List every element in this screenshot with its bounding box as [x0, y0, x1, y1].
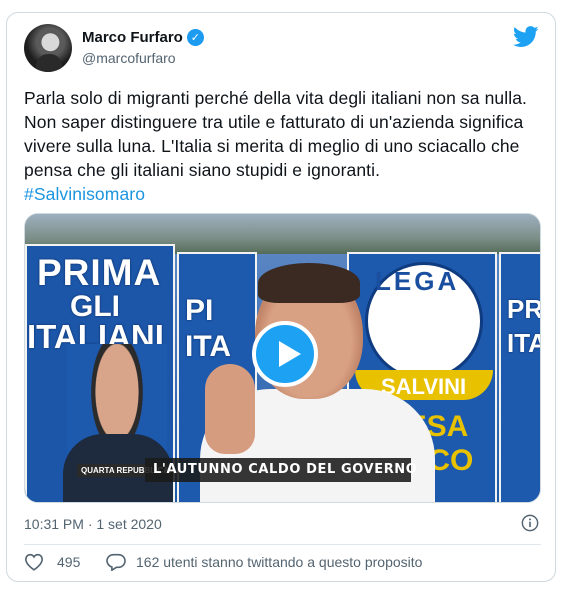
lower-third-caption: L'AUTUNNO CALDO DEL GOVERNO: [153, 462, 418, 477]
author-handle[interactable]: @marcofurfaro: [82, 50, 176, 66]
tweet-header: Marco Furfaro ✓ @marcofurfaro: [24, 24, 539, 74]
twitter-bird-icon[interactable]: [513, 26, 539, 48]
author-name-row[interactable]: Marco Furfaro ✓: [82, 29, 204, 46]
like-button[interactable]: 495: [24, 553, 80, 571]
speaker-hand: [205, 364, 255, 454]
hashtag-link[interactable]: #Salvinisomaro: [24, 182, 544, 206]
info-icon[interactable]: [521, 514, 539, 532]
play-button-icon[interactable]: [252, 321, 318, 387]
author-display-name[interactable]: Marco Furfaro: [82, 29, 183, 46]
video-media[interactable]: PRIMA GLI ITALIANI QUARTA REPUBBLICA PI …: [24, 213, 541, 503]
heart-icon: [24, 553, 44, 571]
tweet-actions: 495 162 utenti stanno twittando a questo…: [24, 553, 541, 575]
poster-text: ITA: [507, 328, 540, 358]
tweet-text: Parla solo di migranti perché della vita…: [24, 86, 544, 206]
tweet-meta: 10:31 PM · 1 set 2020: [24, 514, 541, 534]
speech-bubble-icon: [106, 553, 126, 571]
tweet-body: Parla solo di migranti perché della vita…: [24, 88, 528, 180]
verified-badge-icon: ✓: [186, 29, 204, 46]
conversation-text: 162 utenti stanno twittando a questo pro…: [136, 554, 423, 570]
like-count: 495: [57, 554, 81, 570]
tweet-card[interactable]: Marco Furfaro ✓ @marcofurfaro Parla solo…: [6, 12, 556, 582]
avatar[interactable]: [24, 24, 72, 72]
poster-text: PRIMA: [37, 252, 162, 293]
poster-right: [499, 252, 540, 502]
timestamp[interactable]: 10:31 PM · 1 set 2020: [24, 516, 162, 532]
speaker-hair: [258, 263, 360, 303]
conversation-link[interactable]: 162 utenti stanno twittando a questo pro…: [106, 553, 422, 571]
divider: [24, 544, 541, 545]
poster-text: PRI: [507, 294, 540, 324]
